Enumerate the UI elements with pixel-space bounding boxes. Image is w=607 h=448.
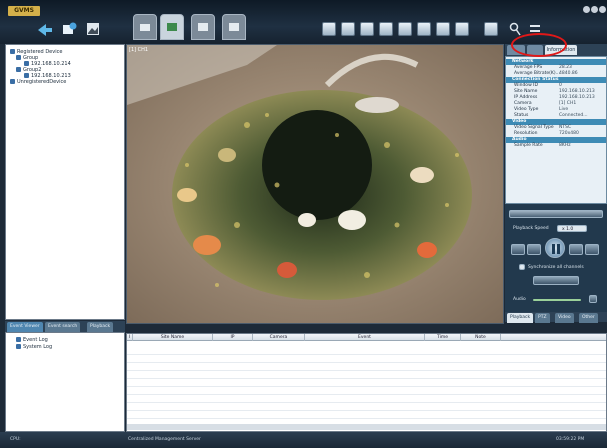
tab-search[interactable] [191, 14, 215, 40]
column-header[interactable]: Time [425, 334, 461, 341]
tab-other[interactable]: Other [579, 313, 598, 323]
server-status: Centralized Management Server [128, 437, 201, 442]
tab-video-control[interactable]: Video [555, 313, 574, 323]
layout-8-button[interactable] [379, 22, 393, 36]
clock: 03:59:22 PM [556, 437, 585, 442]
maximize-button[interactable] [591, 6, 598, 13]
table-row[interactable] [127, 356, 606, 363]
channel-selector[interactable] [509, 210, 603, 218]
device-add-icon[interactable] [58, 18, 80, 40]
sync-checkbox[interactable] [519, 264, 525, 270]
group-icon [16, 67, 21, 72]
log-icon [16, 344, 21, 349]
playback-speed-select[interactable]: x 1.0 [557, 225, 587, 232]
table-row[interactable] [127, 364, 606, 371]
column-header[interactable]: IP [213, 334, 253, 341]
event-table: I Site Name IP Camera Event Time Note [126, 333, 607, 432]
table-row[interactable] [127, 348, 606, 355]
status-bar: CPU: Centralized Management Server 03:59… [0, 432, 607, 448]
playback-controls: Playback Speed x 1.0 Synchronize all cha… [505, 204, 607, 320]
layout-10-button[interactable] [417, 22, 431, 36]
layout-9-button[interactable] [398, 22, 412, 36]
step-forward-button[interactable] [569, 244, 583, 255]
playback-speed-label: Playback Speed [513, 226, 549, 231]
table-row[interactable] [127, 412, 606, 419]
table-row[interactable] [127, 372, 606, 379]
table-row[interactable] [127, 388, 606, 395]
flower-bouquet-image [127, 45, 503, 323]
event-tabs: Event Viewer Event search Playback [5, 321, 125, 332]
fullscreen-button[interactable] [484, 22, 498, 36]
tab-ptz-control[interactable]: PTZ [535, 313, 550, 323]
speaker-icon[interactable] [589, 295, 597, 303]
pause-button[interactable] [545, 238, 565, 258]
tab-event-viewer[interactable]: Event Viewer [7, 322, 43, 332]
video-viewport[interactable]: [1] CH1 [126, 44, 504, 324]
layout-4-button[interactable] [341, 22, 355, 36]
group-icon [16, 55, 21, 60]
log-icon [16, 337, 21, 342]
dvr-icon [24, 61, 29, 66]
layout-6-button[interactable] [360, 22, 374, 36]
column-header[interactable]: Camera [253, 334, 305, 341]
column-header[interactable]: Note [461, 334, 501, 341]
tab-settings[interactable] [222, 14, 246, 40]
folder-icon [10, 49, 15, 54]
layout-16-button[interactable] [455, 22, 469, 36]
tree-item-event-log[interactable]: Event Log [16, 337, 48, 343]
cpu-status: CPU: [10, 437, 21, 442]
app-logo: GVMS [8, 6, 40, 16]
information-panel: Network Average FPS 28.23 Average Bitrate… [505, 56, 607, 204]
arrow-icon[interactable] [34, 18, 56, 40]
video-overlay-label: [1] CH1 [129, 47, 149, 53]
layout-13-button[interactable] [436, 22, 450, 36]
table-row[interactable] [127, 404, 606, 411]
close-button[interactable] [599, 6, 606, 13]
control-tabs: Playback PTZ Video Other [505, 312, 607, 323]
tree-item-unregistered[interactable]: UnregisteredDevice [10, 79, 66, 85]
tab-live-view[interactable] [160, 14, 184, 40]
layout-1-button[interactable] [322, 22, 336, 36]
sub-controls[interactable] [533, 276, 579, 285]
table-row[interactable] [127, 396, 606, 403]
tab-camera[interactable] [133, 14, 157, 40]
device-tree: Registered Device Group 192.168.10.214 G… [5, 44, 125, 320]
tab-event-search[interactable]: Event search [45, 322, 81, 332]
fast-forward-button[interactable] [585, 244, 599, 255]
horizontal-scrollbar[interactable] [127, 424, 606, 430]
image-icon[interactable] [82, 18, 104, 40]
info-row: Sample Rate 8KHz [514, 143, 571, 148]
minimize-button[interactable] [583, 6, 590, 13]
tab-playback[interactable]: Playback [507, 313, 534, 323]
step-back-button[interactable] [527, 244, 541, 255]
sync-label: Synchronize all channels [528, 265, 584, 270]
tab-playback-list[interactable]: Playback [87, 322, 114, 332]
table-row[interactable] [127, 380, 606, 387]
folder-icon [10, 79, 15, 84]
audio-slider[interactable] [533, 299, 581, 301]
tree-item-system-log[interactable]: System Log [16, 344, 52, 350]
audio-label: Audio [513, 297, 526, 302]
highlight-ellipse [511, 33, 567, 57]
dvr-icon [24, 73, 29, 78]
rewind-button[interactable] [511, 244, 525, 255]
event-log-tree: Event Log System Log [5, 332, 125, 432]
column-header[interactable]: Event [305, 334, 425, 341]
column-header[interactable]: Site Name [133, 334, 213, 341]
event-table-header: I Site Name IP Camera Event Time Note [127, 334, 606, 341]
